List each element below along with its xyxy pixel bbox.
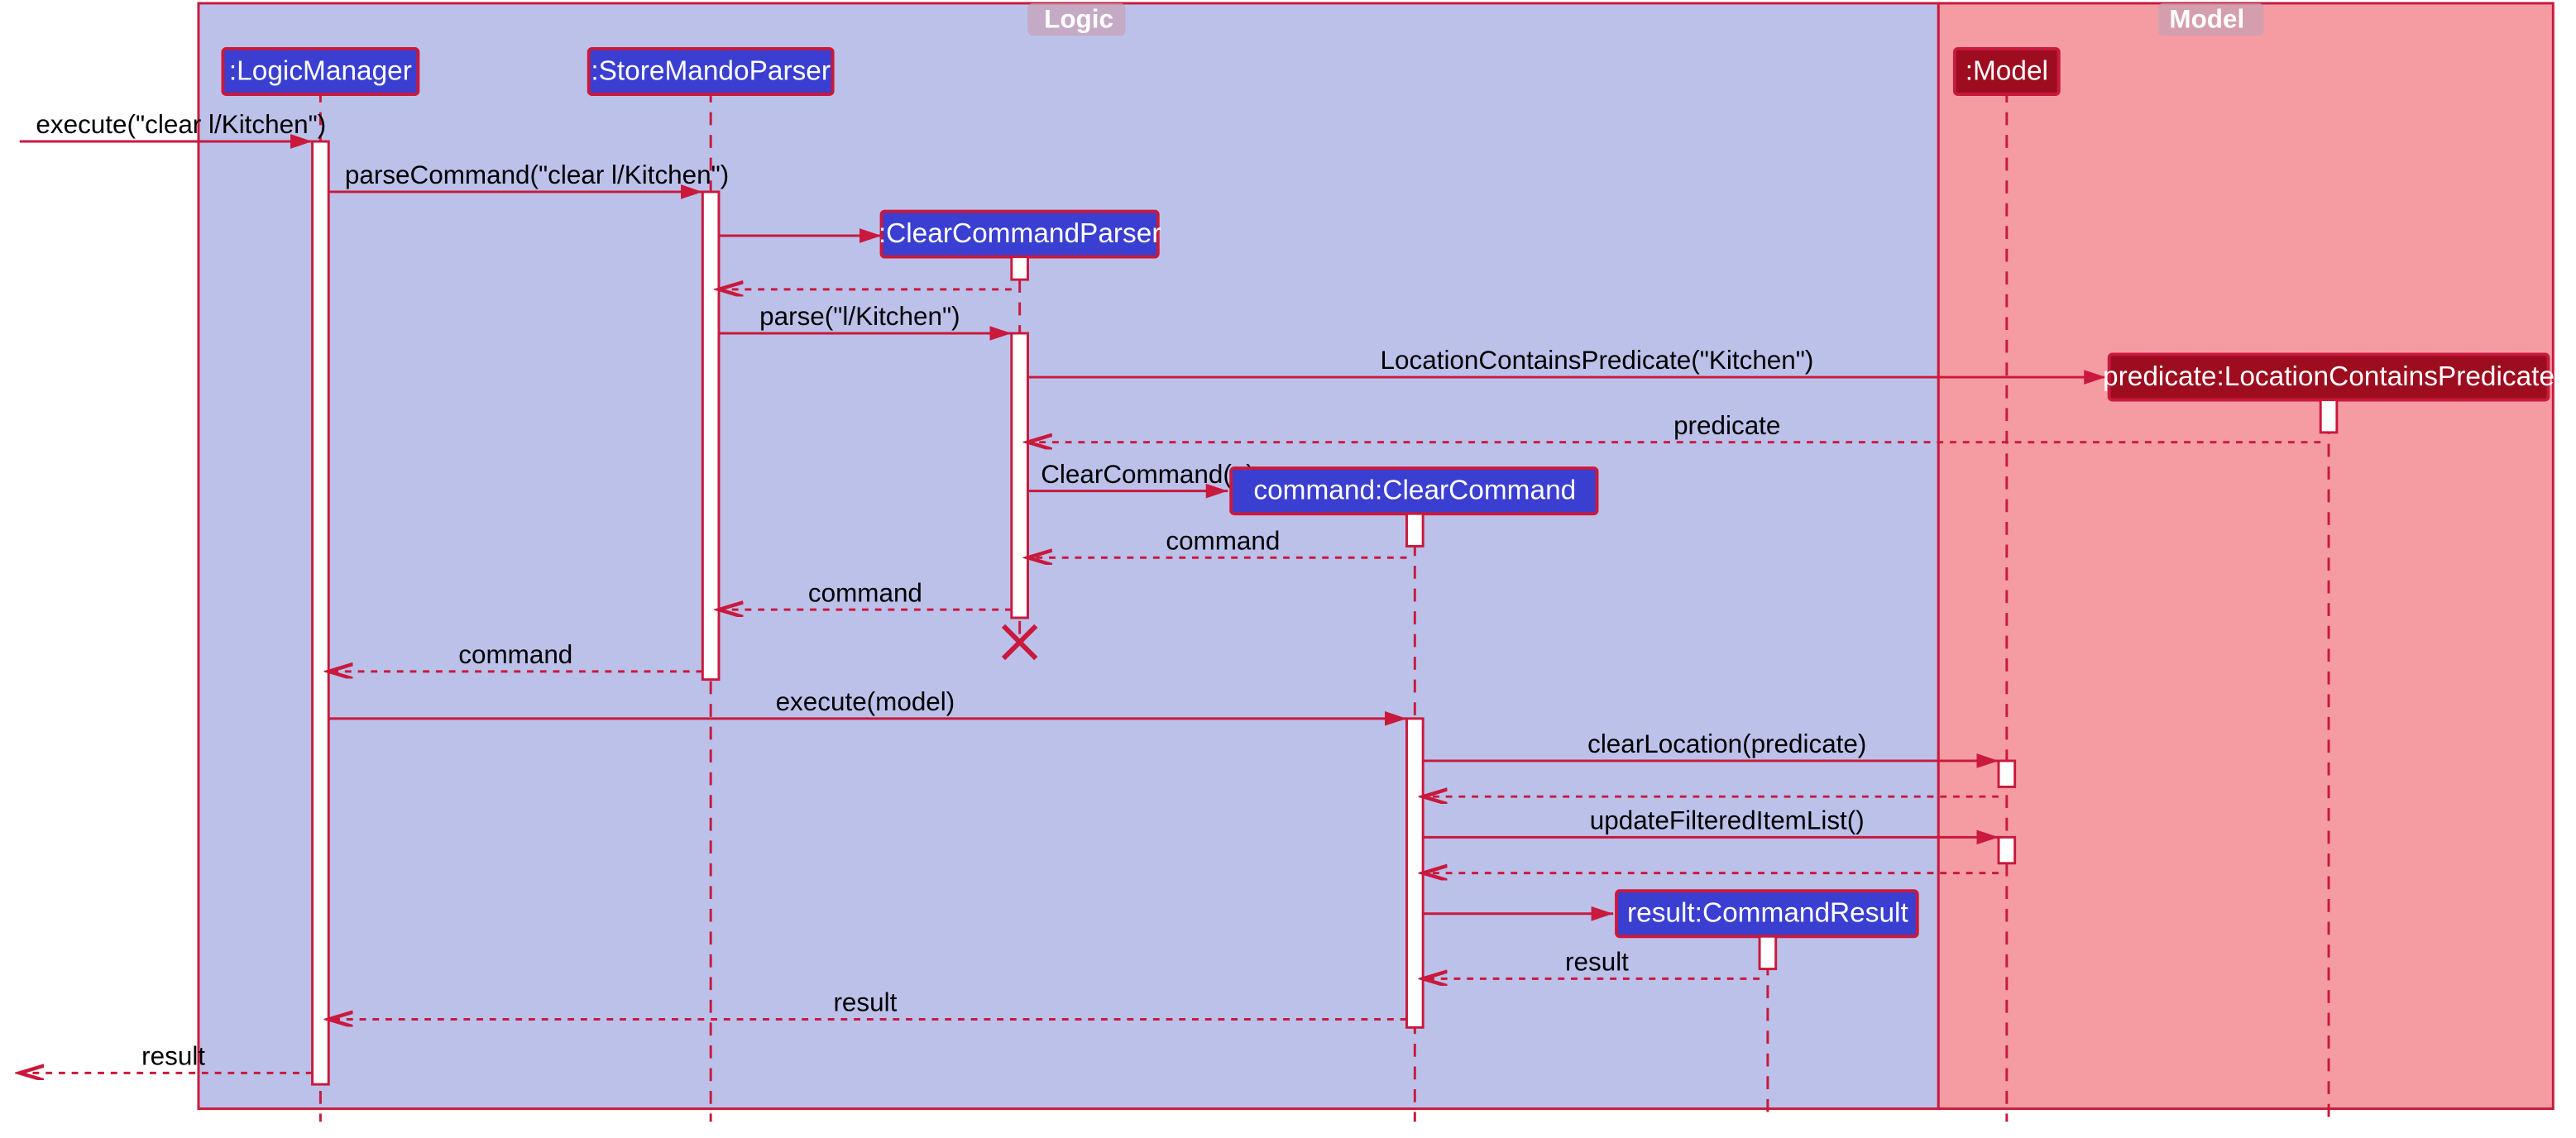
msg-execute-in: execute("clear l/Kitchen") bbox=[36, 110, 326, 139]
svg-text::Model: :Model bbox=[1966, 55, 2048, 86]
msg-clear-location: clearLocation(predicate) bbox=[1587, 729, 1866, 758]
msg-location-contains-predicate: LocationContainsPredicate("Kitchen") bbox=[1381, 346, 1814, 375]
sequence-diagram: Logic Model :LogicManager :StoreMandoPar… bbox=[0, 0, 2576, 1138]
svg-text:result:CommandResult: result:CommandResult bbox=[1627, 898, 1908, 929]
clear-command-parser-activation bbox=[1012, 333, 1028, 618]
msg-parse: parse("l/Kitchen") bbox=[759, 302, 960, 331]
msg-command-return-2: command bbox=[808, 578, 922, 607]
svg-text::LogicManager: :LogicManager bbox=[229, 55, 412, 86]
model-frame-label: Model bbox=[2169, 4, 2244, 33]
msg-predicate-return: predicate bbox=[1673, 411, 1780, 440]
msg-execute-model: execute(model) bbox=[776, 687, 955, 716]
msg-parse-command: parseCommand("clear l/Kitchen") bbox=[345, 160, 729, 189]
msg-result-out: result bbox=[141, 1042, 205, 1071]
msg-result-return-2: result bbox=[833, 988, 897, 1017]
logic-manager-activation bbox=[313, 141, 329, 1084]
msg-command-return-1: command bbox=[1166, 526, 1280, 555]
svg-text:command:ClearCommand: command:ClearCommand bbox=[1253, 475, 1576, 505]
msg-command-return-3: command bbox=[458, 640, 572, 669]
svg-text:predicate:LocationContainsPred: predicate:LocationContainsPredicate bbox=[2103, 361, 2554, 392]
store-mando-parser-activation bbox=[702, 192, 719, 680]
msg-result-return-1: result bbox=[1565, 948, 1629, 977]
svg-text::ClearCommandParser: :ClearCommandParser bbox=[879, 218, 1161, 249]
svg-text::StoreMandoParser: :StoreMandoParser bbox=[591, 55, 831, 86]
msg-clear-command-create: ClearCommand(p) bbox=[1041, 460, 1255, 489]
msg-update-filtered: updateFilteredItemList() bbox=[1590, 806, 1865, 835]
logic-frame-label: Logic bbox=[1044, 4, 1113, 33]
clear-command-activation bbox=[1406, 719, 1423, 1027]
model-frame bbox=[1938, 3, 2553, 1109]
